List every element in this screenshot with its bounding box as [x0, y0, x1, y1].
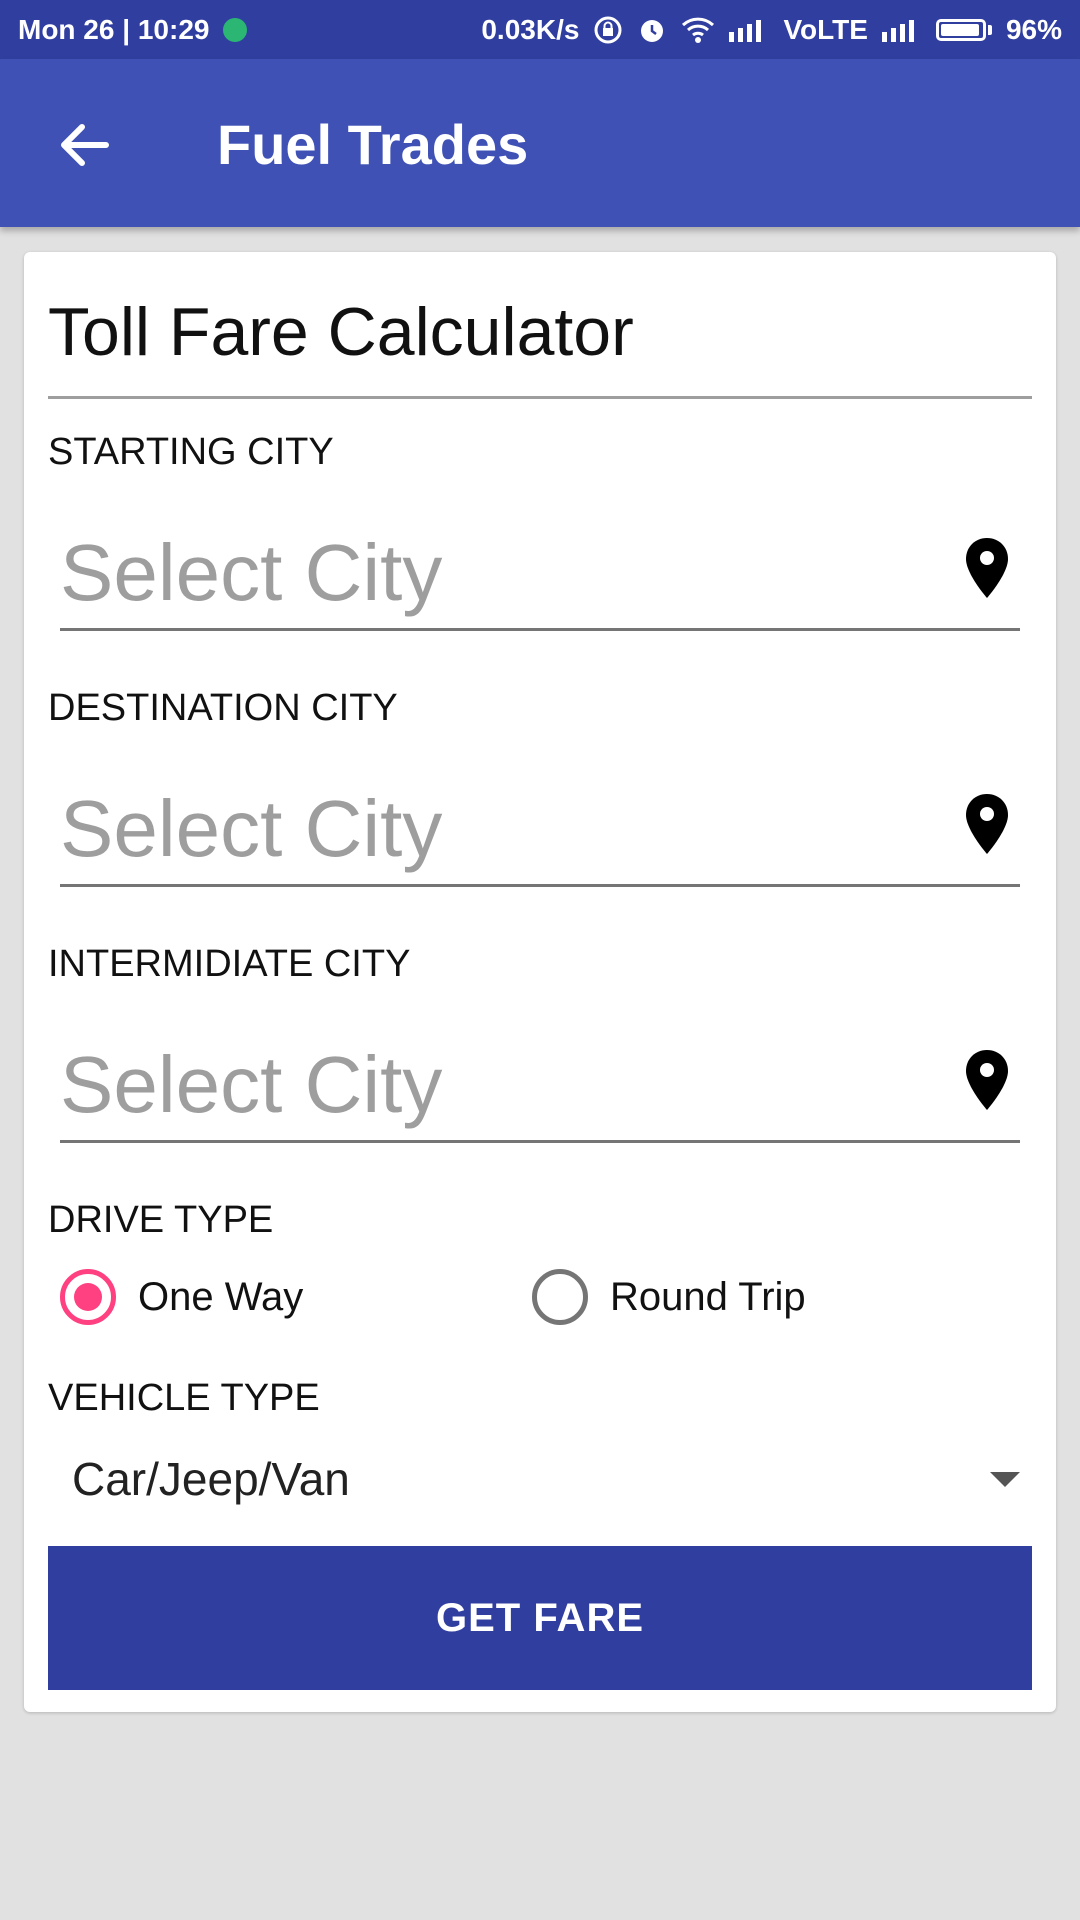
get-fare-button[interactable]: GET FARE: [48, 1546, 1032, 1690]
network-speed: 0.03K/s: [481, 13, 580, 45]
radio-one-way[interactable]: One Way: [60, 1262, 303, 1332]
app-title: Fuel Trades: [217, 113, 529, 176]
signal-icon: [729, 18, 769, 42]
radio-one-way-label[interactable]: One Way: [138, 1275, 303, 1320]
radio-round-trip-label[interactable]: Round Trip: [610, 1275, 806, 1320]
vehicle-type-label: VEHICLE TYPE: [48, 1377, 320, 1419]
app-bar: Fuel Trades: [0, 59, 1080, 227]
page-title: Toll Fare Calculator: [48, 294, 634, 370]
notification-icon: [223, 17, 248, 42]
intermediate-city-input[interactable]: [60, 1030, 920, 1140]
status-bar: Mon 26 | 10:29 0.03K/s VoLTE 96%: [0, 0, 1080, 59]
wifi-icon: [681, 15, 715, 45]
arrow-back-icon: [61, 124, 109, 166]
lock-rotation-icon: [593, 15, 623, 45]
vehicle-type-value[interactable]: Car/Jeep/Van: [72, 1452, 350, 1506]
battery-fill: [940, 23, 980, 36]
signal-icon: [881, 18, 922, 42]
radio-round-trip[interactable]: Round Trip: [532, 1262, 806, 1332]
toll-calculator-card: Toll Fare Calculator STARTING CITY DESTI…: [24, 252, 1056, 1712]
back-button[interactable]: [50, 111, 118, 179]
starting-city-input[interactable]: [60, 518, 920, 628]
radio-unchecked-icon[interactable]: [532, 1269, 588, 1325]
drive-type-radio-group: One Way Round Trip: [60, 1262, 1020, 1332]
battery-icon: [935, 18, 992, 41]
starting-city-label: STARTING CITY: [48, 431, 334, 473]
destination-city-input[interactable]: [60, 774, 920, 884]
title-divider: [48, 396, 1032, 399]
intermediate-city-label: INTERMIDIATE CITY: [48, 943, 411, 985]
vehicle-type-select[interactable]: Car/Jeep/Van: [72, 1442, 1032, 1522]
alarm-icon: [637, 15, 667, 45]
status-time: Mon 26 | 10:29: [18, 13, 210, 45]
location-pin-icon[interactable]: [964, 792, 1010, 856]
dropdown-arrow-icon[interactable]: [990, 1472, 1020, 1487]
intermediate-city-field[interactable]: [60, 1030, 1020, 1143]
drive-type-label: DRIVE TYPE: [48, 1199, 274, 1241]
location-pin-icon[interactable]: [964, 536, 1010, 600]
destination-city-field[interactable]: [60, 774, 1020, 887]
battery-percent: 96%: [1005, 13, 1062, 45]
location-pin-icon[interactable]: [964, 1048, 1010, 1112]
radio-checked-icon[interactable]: [60, 1269, 116, 1325]
network-type: VoLTE: [783, 13, 868, 45]
destination-city-label: DESTINATION CITY: [48, 687, 398, 729]
starting-city-field[interactable]: [60, 518, 1020, 631]
